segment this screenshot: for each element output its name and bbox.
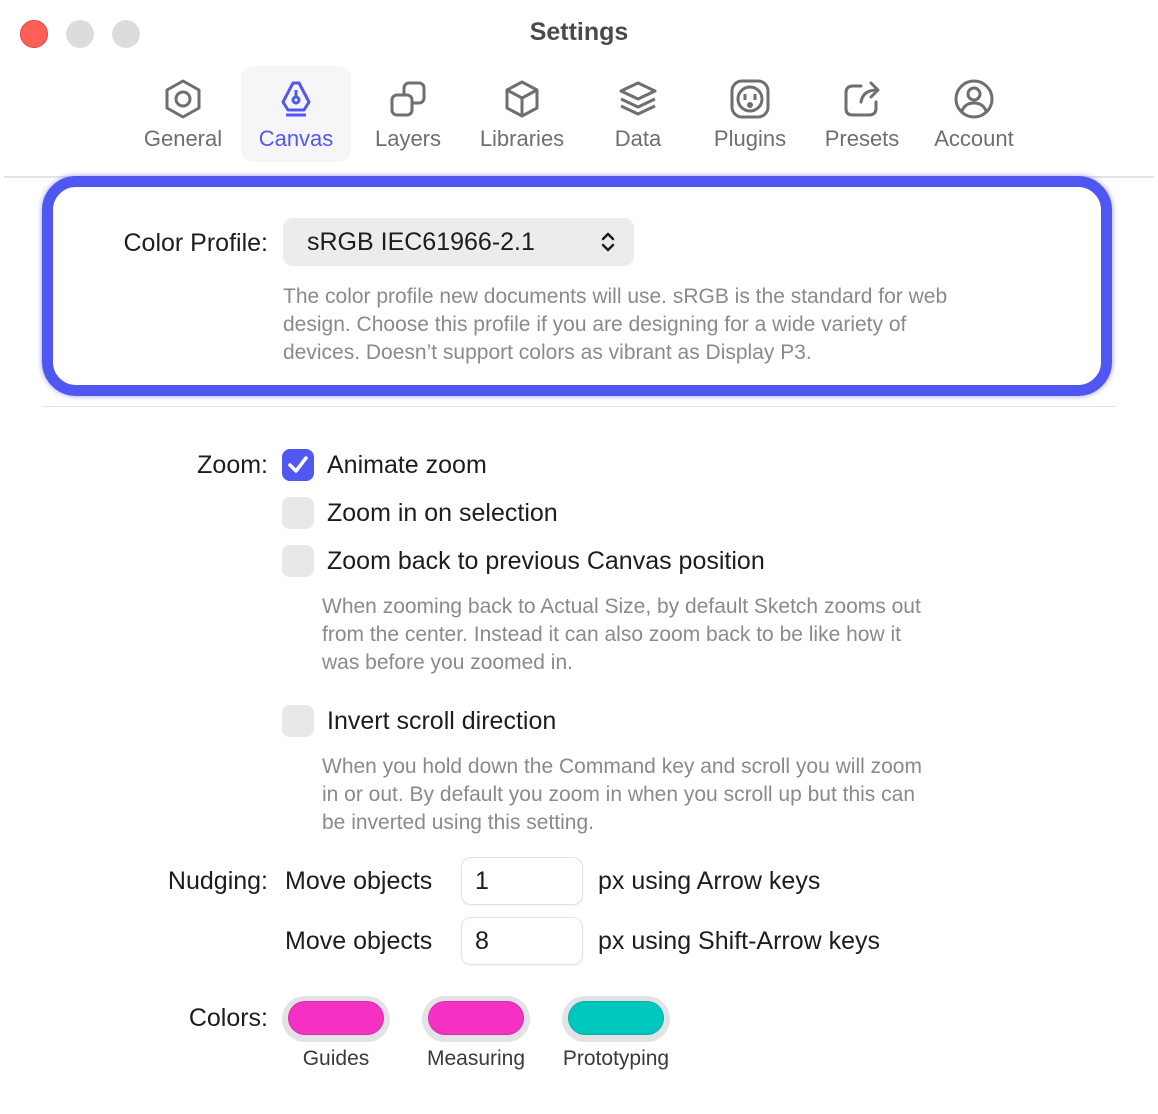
- share-arrow-icon: [844, 81, 880, 117]
- color-profile-help: The color profile new documents will use…: [283, 285, 948, 364]
- tab-plugins[interactable]: Plugins: [695, 66, 805, 162]
- guides-color-well[interactable]: [282, 996, 390, 1042]
- tab-presets[interactable]: Presets: [807, 66, 917, 162]
- tab-plugins-label: Plugins: [713, 126, 787, 151]
- nudge-arrow-field[interactable]: 1: [461, 857, 583, 905]
- tab-canvas[interactable]: Canvas: [241, 66, 351, 162]
- window-title: Settings: [529, 18, 629, 46]
- cube-icon: [505, 80, 539, 118]
- tab-account[interactable]: Account: [919, 66, 1029, 162]
- color-profile-value: sRGB IEC61966-2.1: [307, 228, 535, 256]
- prototyping-label: Prototyping: [562, 1047, 670, 1070]
- tab-general[interactable]: General: [128, 66, 238, 162]
- pen-nib-icon: [281, 81, 311, 117]
- tab-layers[interactable]: Layers: [353, 66, 463, 162]
- plug-outlet-icon: [730, 79, 770, 119]
- tab-layers-label: Layers: [374, 126, 442, 151]
- guides-swatch: [288, 1001, 384, 1035]
- color-profile-popup[interactable]: sRGB IEC61966-2.1: [283, 218, 634, 266]
- animate-zoom-label: Animate zoom: [327, 451, 487, 479]
- guides-label: Guides: [302, 1047, 370, 1070]
- tab-data-label: Data: [614, 126, 662, 151]
- zoom-in-selection-label: Zoom in on selection: [327, 499, 558, 527]
- nudge-row-2-suffix: px using Shift-Arrow keys: [598, 927, 881, 955]
- section-divider: [42, 406, 1116, 407]
- tab-account-label: Account: [934, 126, 1014, 151]
- zoom-label: Zoom:: [197, 451, 268, 479]
- measuring-color-well[interactable]: [422, 996, 530, 1042]
- invert-scroll-help: When you hold down the Command key and s…: [322, 755, 922, 834]
- tab-libraries-label: Libraries: [479, 126, 565, 151]
- zoom-back-label: Zoom back to previous Canvas position: [327, 547, 765, 575]
- tab-canvas-label: Canvas: [258, 126, 334, 151]
- animate-zoom-checkbox[interactable]: [282, 449, 314, 481]
- nudge-row-1-prefix: Move objects: [285, 867, 433, 895]
- nudge-shift-arrow-field[interactable]: 8: [461, 917, 583, 965]
- nudge-row-2-prefix: Move objects: [285, 927, 433, 955]
- tab-presets-label: Presets: [824, 126, 900, 151]
- hexagon-gear-icon: [165, 79, 201, 119]
- zoom-back-checkbox[interactable]: [282, 545, 314, 577]
- nudging-label: Nudging:: [167, 867, 268, 895]
- tab-libraries[interactable]: Libraries: [467, 66, 577, 162]
- invert-scroll-checkbox[interactable]: [282, 705, 314, 737]
- colors-label: Colors:: [188, 1004, 268, 1032]
- measuring-swatch: [428, 1001, 524, 1035]
- zoom-in-selection-checkbox[interactable]: [282, 497, 314, 529]
- measuring-label: Measuring: [426, 1047, 526, 1070]
- prototyping-swatch: [568, 1001, 664, 1035]
- tab-general-label: General: [143, 126, 223, 151]
- zoom-back-help: When zooming back to Actual Size, by def…: [322, 595, 921, 674]
- invert-scroll-label: Invert scroll direction: [327, 707, 557, 735]
- person-circle-icon: [954, 79, 994, 119]
- layers-stack-icon: [619, 81, 657, 116]
- stacked-squares-icon: [390, 81, 426, 117]
- color-profile-label: Color Profile:: [123, 229, 269, 257]
- tab-data[interactable]: Data: [583, 66, 693, 162]
- chevron-up-down-icon: [601, 232, 615, 252]
- nudge-row-1-suffix: px using Arrow keys: [598, 867, 821, 895]
- checkmark-icon: [288, 456, 308, 473]
- prototyping-color-well[interactable]: [562, 996, 670, 1042]
